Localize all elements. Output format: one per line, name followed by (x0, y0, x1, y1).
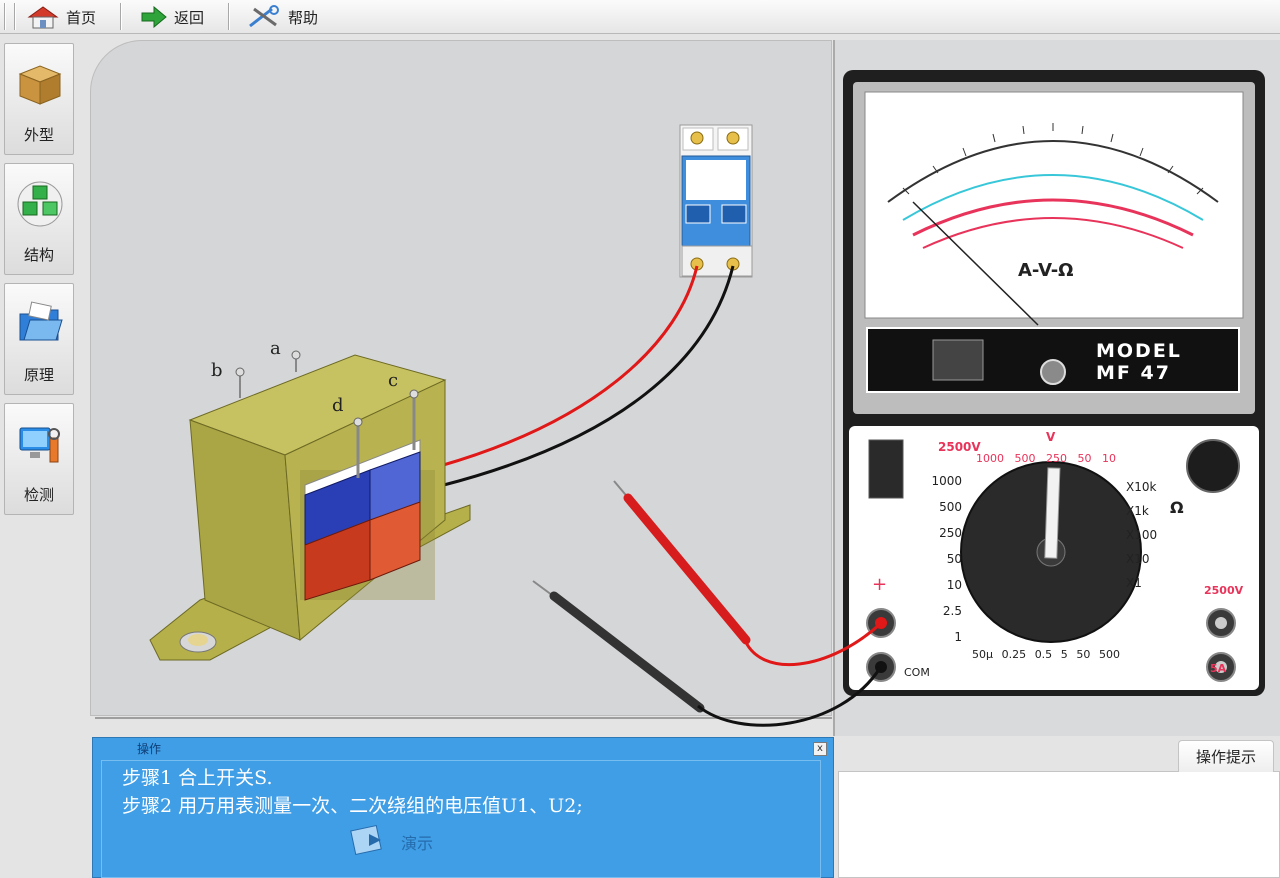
tab-operation-tips[interactable]: 操作提示 (1178, 740, 1274, 772)
close-button[interactable]: x (813, 742, 827, 756)
sidebar-item-label: 原理 (23, 366, 54, 384)
dial-label: 10 (1102, 452, 1116, 465)
dial-label: 500 (1098, 648, 1120, 661)
dial-label: 10 (946, 578, 962, 592)
sidebar-item-structure[interactable]: 结构 (4, 163, 74, 275)
dial-label: 250 (939, 526, 962, 540)
range-selector-dial[interactable] (962, 464, 1142, 644)
sidebar-item-principle[interactable]: 原理 (4, 283, 74, 395)
steps-tab-label[interactable]: 操作 (137, 740, 161, 757)
box-icon (16, 60, 64, 108)
dial-top-red-label: 2500V (938, 440, 981, 454)
dial-label: 1000 (931, 474, 962, 488)
dial-label: 50 (1077, 452, 1092, 465)
com-label: COM (904, 666, 930, 679)
dial-label: 500 (1014, 452, 1036, 465)
home-icon (26, 5, 60, 29)
back-label: 返回 (174, 8, 205, 27)
terminal-label-d: d (332, 395, 344, 416)
sidebar-item-label: 结构 (23, 246, 54, 264)
terminal-label-b: b (211, 360, 223, 381)
steps-content: 步骤1 合上开关S. 步骤2 用万用表测量一次、二次绕组的电压值U1、U2; (101, 760, 821, 878)
dial-label: 0.5 (1034, 648, 1053, 661)
dial-label: X10k (1126, 480, 1157, 494)
home-button[interactable]: 首页 (26, 4, 96, 30)
demo-label: 演示 (401, 834, 434, 853)
terminal-label-c: c (388, 370, 399, 391)
dial-label: 0.25 (1001, 648, 1027, 661)
zero-adjust-knob[interactable] (1187, 440, 1239, 492)
tips-content-box (838, 771, 1280, 878)
step-1-text: 步骤1 合上开关S. (122, 767, 273, 789)
dial-label: 50μ (972, 648, 993, 661)
sidebar-item-label: 外型 (23, 126, 54, 144)
dial-v-label: V (1046, 430, 1056, 444)
help-label: 帮助 (288, 8, 319, 27)
step-2-text: 步骤2 用万用表测量一次、二次绕组的电压值U1、U2; (122, 795, 583, 817)
dial-label: 50 (1076, 648, 1091, 661)
right-red-label: 2500V (1204, 584, 1244, 597)
dial-label: 1 (954, 630, 962, 644)
dial-left-labels: 1000 500 250 50 10 2.5 1 (924, 474, 962, 644)
help-tools-icon (246, 5, 282, 29)
toolbar-separator (4, 3, 6, 30)
demo-button[interactable]: 演示 (347, 824, 433, 860)
cubes-icon (16, 180, 64, 228)
right-bottom-label: 5A (1210, 662, 1227, 675)
stage-divider (95, 717, 832, 719)
sidebar-item-detection[interactable]: 检测 (4, 403, 74, 515)
dial-label: 500 (939, 500, 962, 514)
com-socket[interactable] (867, 653, 895, 681)
help-button[interactable]: 帮助 (246, 4, 318, 30)
sidebar-item-appearance[interactable]: 外型 (4, 43, 74, 155)
dial-label: 1000 (976, 452, 1004, 465)
toolbar-separator (120, 3, 122, 30)
left-sidebar: 外型 结构 原理 检测 (0, 35, 90, 878)
model-label-2: MF 47 (1096, 362, 1171, 384)
sidebar-item-label: 检测 (23, 486, 54, 504)
top-toolbar: 首页 返回 帮助 (0, 0, 1280, 34)
steps-panel: 操作 x 步骤1 合上开关S. 步骤2 用万用表测量一次、二次绕组的电压值U1、… (92, 737, 834, 878)
toolbar-separator (14, 3, 16, 30)
dial-top-labels: 1000 500 250 50 10 (976, 452, 1116, 465)
folder-icon (16, 300, 64, 348)
back-button[interactable]: 返回 (140, 4, 204, 30)
model-label-1: MODEL (1096, 340, 1182, 362)
toolbar-separator (228, 3, 230, 30)
dial-bottom-labels: 50μ 0.25 0.5 5 50 500 (972, 648, 1120, 661)
plus-label: + (872, 574, 888, 595)
plus-socket[interactable] (867, 609, 895, 637)
ohm-label: Ω (1170, 498, 1184, 517)
home-label: 首页 (66, 8, 97, 27)
monitor-tools-icon (16, 420, 64, 468)
dial-label: 2.5 (942, 604, 962, 618)
dial-label: 5 (1060, 648, 1068, 661)
dial-label: 50 (946, 552, 962, 566)
simulation-stage (90, 40, 832, 716)
arrow-right-icon (140, 6, 168, 28)
scale-symbol: A-V-Ω (1018, 260, 1074, 281)
play-doc-icon (347, 824, 391, 860)
terminal-label-a: a (270, 338, 281, 359)
